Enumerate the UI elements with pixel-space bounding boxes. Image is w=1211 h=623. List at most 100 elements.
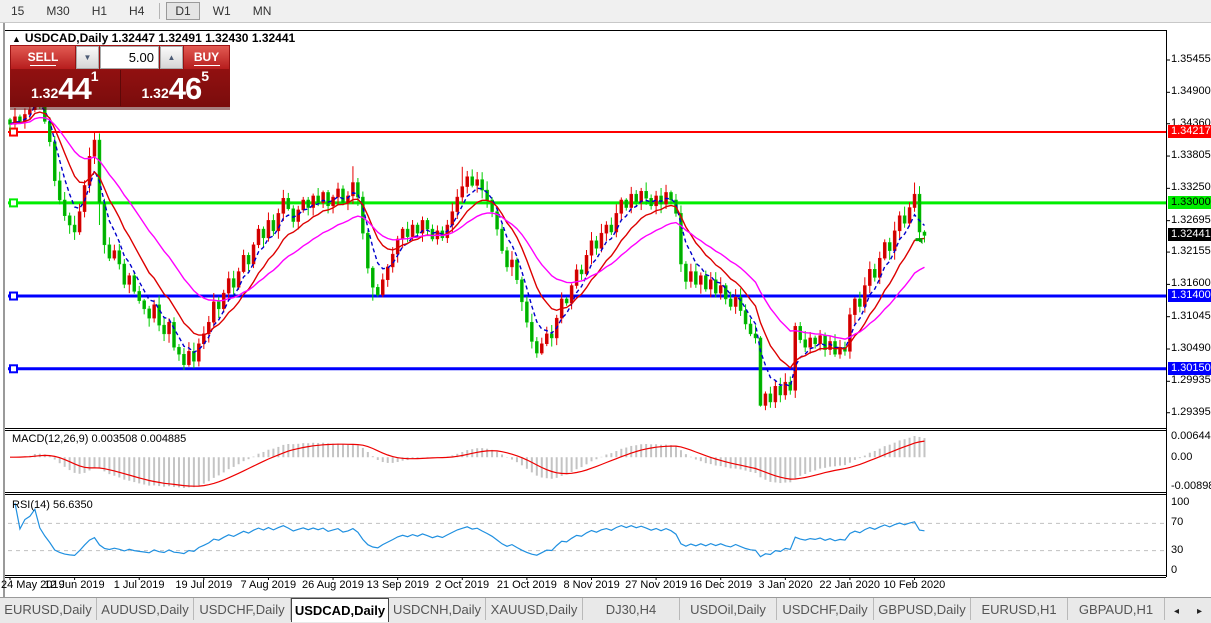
candlestick [599, 232, 604, 249]
candlestick [102, 202, 107, 246]
chart-tab-usdchf-daily[interactable]: USDCHF,Daily [777, 598, 874, 620]
candlestick [584, 255, 589, 275]
price-axis-label: 1.33250 [1171, 181, 1211, 194]
candlestick [549, 333, 554, 339]
candlestick [67, 215, 72, 226]
collapse-icon[interactable]: ▲ [12, 34, 21, 44]
candlestick [669, 192, 673, 201]
candlestick [699, 275, 703, 285]
tab-scroll-left-icon[interactable]: ◂ [1174, 606, 1179, 617]
rsi-indicator-label: RSI(14) 56.6350 [12, 499, 93, 511]
candlestick [117, 250, 122, 265]
chart-tab-xauusd-daily[interactable]: XAUUSD,Daily [486, 598, 583, 620]
candlestick [187, 351, 191, 365]
candlestick [246, 255, 251, 265]
candlestick [684, 263, 688, 282]
moving-average-slow-ema [9, 116, 925, 340]
candlestick [778, 386, 783, 396]
candlestick [48, 121, 52, 143]
candlestick [226, 278, 231, 294]
candlestick [286, 197, 291, 209]
chart-tab-usdchf-daily[interactable]: USDCHF,Daily [194, 598, 291, 620]
candlestick [405, 228, 410, 237]
rsi-scale-100: 100 [1171, 496, 1190, 508]
volume-input[interactable]: 5.00 [100, 46, 159, 69]
candlestick [331, 196, 335, 207]
mt4-terminal: 15 M30 H1 H4 D1 W1 MN ▲ USDCAD,Daily 1.32447 1.… [0, 0, 1211, 623]
candlestick [281, 197, 286, 214]
line-anchor-handle[interactable] [9, 198, 18, 208]
date-axis-label: 10 Feb 2020 [883, 579, 946, 591]
chart-tab-usdcnh-daily[interactable]: USDCNH,Daily [389, 598, 486, 620]
candlestick [704, 275, 708, 290]
candlestick [634, 193, 638, 202]
candlestick [301, 199, 305, 211]
candlestick [922, 231, 927, 236]
candlestick [167, 321, 171, 335]
chart-tab-usdcad-daily[interactable]: USDCAD,Daily [291, 598, 389, 622]
candlestick [619, 199, 624, 214]
candlestick [500, 228, 504, 251]
candlestick [212, 301, 216, 323]
line-anchor-handle[interactable] [9, 364, 18, 374]
date-axis-label: 12 Jun 2019 [44, 579, 105, 591]
candlestick [917, 193, 922, 233]
candlestick [823, 335, 827, 350]
price-axis-label: 1.34900 [1171, 85, 1211, 98]
candlestick [545, 333, 549, 345]
candlestick [162, 324, 166, 335]
date-axis-label: 7 Aug 2019 [240, 579, 297, 591]
buy-button[interactable]: BUY [184, 46, 229, 69]
trade-arrow-icon [915, 238, 923, 245]
volume-increase-button[interactable]: ▲ [160, 46, 183, 69]
candlestick [892, 230, 897, 251]
chart-tab-usdoil-daily[interactable]: USDOil,Daily [680, 598, 777, 620]
macd-scale-max: 0.006448 [1171, 430, 1211, 442]
candlestick [450, 211, 455, 226]
sell-button[interactable]: SELL [11, 46, 75, 69]
price-line-badge: 1.34217 [1168, 125, 1211, 139]
candlestick [564, 298, 569, 304]
ask-price-display[interactable]: 1.32 46 5 [121, 69, 231, 106]
price-axis-label: 1.31045 [1171, 309, 1211, 322]
volume-decrease-button[interactable]: ▼ [76, 46, 99, 69]
candlestick [152, 304, 156, 319]
bid-price-display[interactable]: 1.32 44 1 [10, 69, 120, 106]
candlestick [818, 335, 822, 345]
candlestick [614, 213, 619, 233]
chart-tab-eurusd-h1[interactable]: EURUSD,H1 [971, 598, 1068, 620]
candlestick [371, 267, 375, 288]
candlestick [18, 116, 22, 122]
chart-tab-bar: EURUSD,Daily AUDUSD,Daily USDCHF,Daily USDC… [0, 597, 1211, 623]
candlestick [177, 347, 181, 355]
candlestick [569, 285, 574, 304]
chart-tab-eurusd-daily[interactable]: EURUSD,Daily [0, 598, 97, 620]
close-value: 1.32441 [251, 31, 296, 45]
chart-tab-audusd-daily[interactable]: AUDUSD,Daily [97, 598, 194, 620]
rsi-scale-30: 30 [1171, 543, 1184, 556]
candlestick [395, 238, 400, 255]
line-anchor-handle[interactable] [9, 291, 18, 301]
chart-tab-gbpusd-daily[interactable]: GBPUSD,Daily [874, 598, 971, 620]
chart-ohlc-header: ▲ USDCAD,Daily 1.32447 1.32491 1.32430 1.… [12, 31, 295, 45]
chart-tab-gbpaud-h1[interactable]: GBPAUD,H1 [1068, 598, 1165, 620]
candlestick [624, 199, 629, 208]
tab-scroll-right-icon[interactable]: ▸ [1197, 606, 1202, 617]
candlestick [381, 279, 385, 296]
candlestick [465, 176, 469, 187]
candlestick [291, 208, 296, 222]
price-axis-label: 1.32695 [1171, 213, 1211, 226]
candlestick [460, 186, 465, 198]
candlestick [694, 271, 698, 285]
candlestick [763, 393, 768, 406]
chart-tab-dj30-h4[interactable]: DJ30,H4 [583, 598, 680, 620]
candlestick [296, 209, 301, 222]
candlestick [132, 275, 136, 292]
one-click-trading-panel: SELL ▼ 5.00 ▲ BUY 1.32 44 1 1.32 46 5 [10, 45, 230, 107]
candlestick [868, 269, 872, 286]
candlestick [853, 298, 857, 315]
date-axis-label: 1 Jul 2019 [113, 579, 165, 591]
price-line-badge: 1.31400 [1168, 289, 1211, 303]
date-axis-label: 27 Nov 2019 [625, 579, 688, 591]
line-anchor-handle[interactable] [9, 127, 18, 137]
